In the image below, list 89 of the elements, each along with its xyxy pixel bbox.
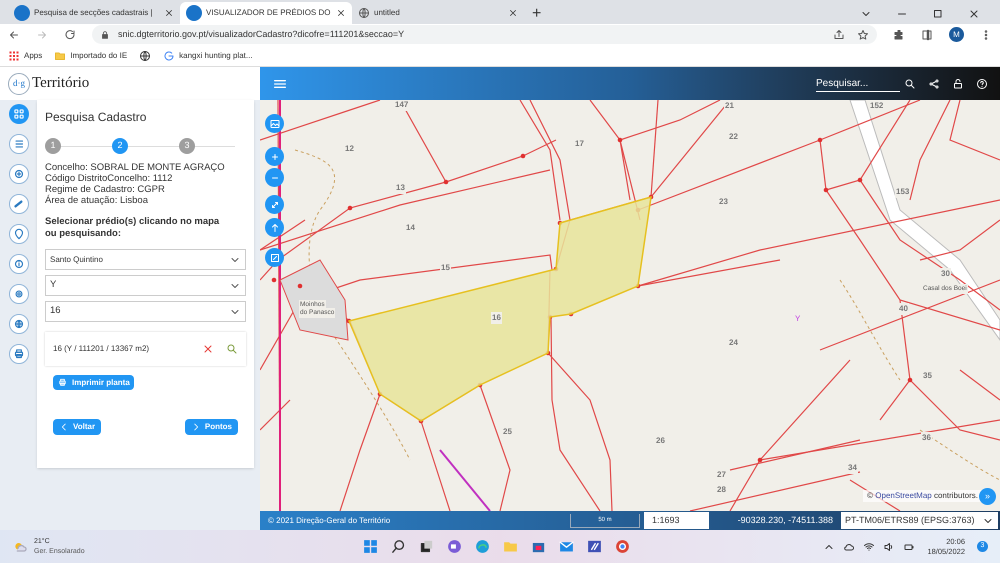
app-icon[interactable] [586, 538, 603, 555]
site-logo-icon [186, 5, 202, 21]
fullscreen-icon [268, 252, 280, 264]
sidebar-icon[interactable] [921, 28, 933, 40]
star-icon[interactable] [857, 28, 869, 40]
projection-dropdown[interactable]: PT-TM06/ETRS89 (EPSG:3763) [841, 512, 998, 529]
search-icon [904, 76, 916, 90]
info-text: Área de atuação: Lisboa [45, 195, 149, 206]
select-dropdown[interactable]: Santo Quintino [45, 249, 246, 270]
restore-icon[interactable] [932, 8, 944, 20]
new-tab-button[interactable]: + [524, 4, 550, 24]
profile-avatar[interactable]: M [949, 27, 964, 42]
search-icon[interactable] [390, 538, 407, 555]
puzzle-icon[interactable] [893, 28, 905, 40]
unlock-icon[interactable] [952, 78, 964, 90]
logo-text: Território [32, 74, 90, 94]
parcel-label: 13 [395, 182, 406, 194]
map-control-button[interactable] [265, 248, 284, 267]
back-arrow-icon[interactable] [8, 28, 20, 40]
parcel-label: 40 [898, 303, 909, 315]
map-control-button[interactable] [265, 195, 284, 214]
coordinates-text: -90328.230, -74511.388 [738, 514, 834, 527]
map-control-button[interactable] [265, 114, 284, 133]
tool-button[interactable] [8, 314, 28, 334]
grid-icon [12, 107, 26, 121]
site-logo-icon [14, 5, 30, 21]
tool-button[interactable] [8, 164, 28, 184]
close-icon[interactable] [164, 8, 174, 18]
task-view-icon[interactable] [418, 538, 435, 555]
browser-tab[interactable]: VISUALIZADOR DE PRÉDIOS DO [180, 2, 352, 24]
share-icon[interactable] [833, 28, 845, 40]
step-indicator: 2 [112, 138, 128, 154]
tool-button[interactable] [8, 194, 28, 214]
bookmark-link[interactable]: kangxi hunting plat... [179, 50, 253, 62]
reload-icon[interactable] [64, 28, 76, 40]
panel-title: Pesquisa Cadastro [45, 109, 148, 126]
lock-icon [100, 30, 110, 40]
parcel-label: 34 [847, 462, 858, 474]
tool-button[interactable] [8, 254, 28, 274]
globe-icon [358, 7, 370, 19]
tab-title: untitled [374, 7, 401, 19]
share-icon[interactable] [928, 78, 940, 90]
apps-grid-icon [8, 50, 20, 62]
tool-button[interactable] [8, 344, 28, 364]
globe-icon[interactable] [139, 50, 152, 62]
copyright-text: © 2021 Direção-Geral do Território [267, 514, 392, 526]
map-control-button[interactable] [265, 168, 284, 187]
close-icon[interactable] [508, 8, 518, 18]
parcel-label: 153 [895, 186, 910, 198]
info-text: Concelho: SOBRAL DE MONTE AGRAÇO [45, 162, 226, 173]
parcel-label: 16 [491, 312, 502, 324]
chrome-icon[interactable] [614, 538, 631, 555]
start-icon[interactable] [362, 538, 379, 555]
bookmark-link[interactable]: Apps [24, 50, 42, 62]
select-dropdown[interactable]: 16 [45, 301, 246, 322]
result-text: 16 (Y / 111201 / 13367 m2) [53, 343, 150, 355]
tab-title: Pesquisa de secções cadastrais | [34, 7, 154, 19]
g-logo-icon [163, 50, 176, 62]
map-control-button[interactable] [265, 218, 284, 237]
info-text: Código DistritoConcelho: 1112 [45, 173, 174, 184]
instruction-text: Selecionar prédio(s) clicando no mapa ou pesquisando: [45, 216, 220, 240]
close-icon[interactable] [336, 8, 346, 18]
info-text: Regime de Cadastro: CGPR [45, 184, 166, 195]
address-bar[interactable]: snic.dgterritorio.gov.pt/visualizadorCadastro?dicofre=111201&seccao=Y [92, 25, 877, 44]
map-control-button[interactable] [265, 147, 284, 166]
tool-button[interactable] [8, 224, 28, 244]
logo-mark: d·g [8, 72, 30, 94]
openstreetmap-link[interactable]: OpenStreetMap [875, 491, 932, 500]
search-field[interactable]: Pesquisar... [816, 76, 900, 92]
help-icon[interactable] [976, 78, 988, 90]
parcel-label: 147 [394, 100, 410, 111]
tool-button[interactable] [8, 284, 28, 304]
tab-title: VISUALIZADOR DE PRÉDIOS DO [206, 7, 332, 19]
step-indicator: 1 [45, 138, 61, 154]
chat-icon[interactable] [446, 538, 463, 555]
tool-button[interactable] [8, 104, 28, 124]
attribution-text: © OpenStreetMap contributors. [863, 490, 982, 502]
close-icon[interactable] [968, 8, 980, 20]
bookmark-link[interactable]: Importado do IE [70, 50, 128, 62]
tool-button[interactable] [8, 134, 28, 154]
scale-field[interactable]: 1:1693 [644, 512, 709, 529]
select-dropdown[interactable]: Y [45, 275, 246, 296]
printer-icon [57, 377, 68, 388]
image-icon [268, 118, 280, 130]
parcel-label: 152 [869, 100, 884, 112]
url-text: snic.dgterritorio.gov.pt/visualizadorCadastro?dicofre=111201&seccao=Y [118, 28, 404, 41]
step-indicator: 3 [179, 138, 195, 154]
folder-icon [54, 50, 66, 62]
wifi-icon[interactable] [863, 540, 876, 552]
